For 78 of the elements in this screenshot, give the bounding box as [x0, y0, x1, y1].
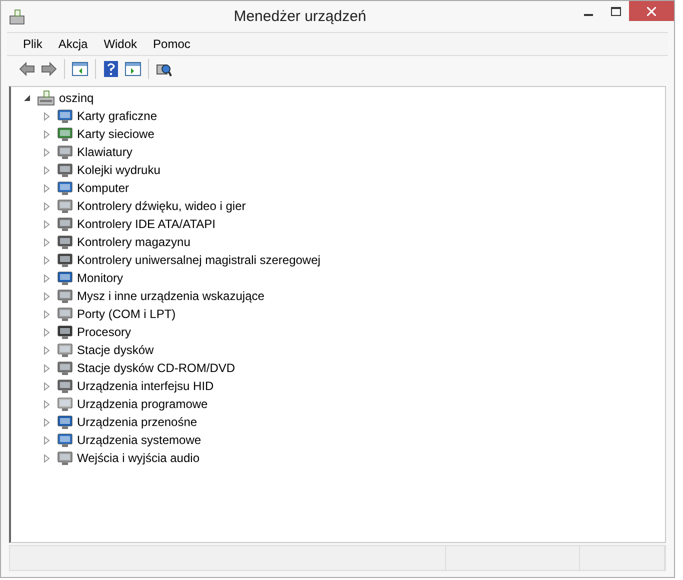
tree-item[interactable]: Urządzenia systemowe	[77, 433, 202, 447]
tree-item[interactable]: Kolejki wydruku	[77, 163, 160, 177]
close-button[interactable]	[629, 1, 674, 21]
expand-arrow-icon[interactable]	[43, 400, 51, 408]
tree-item[interactable]: Kontrolery IDE ATA/ATAPI	[77, 217, 216, 231]
device-icon	[57, 450, 73, 466]
expand-arrow-icon[interactable]	[43, 202, 51, 210]
tree-item[interactable]: Urządzenia interfejsu HID	[77, 379, 214, 393]
expand-arrow-icon[interactable]	[43, 328, 51, 336]
expand-arrow-icon[interactable]	[43, 364, 51, 372]
help-button[interactable]	[101, 59, 121, 79]
device-icon	[57, 414, 73, 430]
expand-arrow-icon[interactable]	[43, 346, 51, 354]
expand-arrow-icon[interactable]	[43, 418, 51, 426]
device-icon	[57, 216, 73, 232]
minimize-icon	[584, 14, 593, 16]
back-button[interactable]	[17, 59, 37, 79]
tree-item[interactable]: Urządzenia programowe	[77, 397, 208, 411]
forward-button[interactable]	[39, 59, 59, 79]
expand-arrow-icon[interactable]	[43, 292, 51, 300]
menu-item[interactable]: Plik	[15, 37, 50, 51]
device-icon	[57, 108, 73, 124]
device-icon	[57, 396, 73, 412]
expand-arrow-icon[interactable]	[43, 166, 51, 174]
device-icon	[57, 252, 73, 268]
computer-icon	[37, 90, 55, 106]
expand-arrow-icon[interactable]	[43, 130, 51, 138]
device-icon	[57, 324, 73, 340]
tree-item[interactable]: Porty (COM i LPT)	[77, 307, 176, 321]
menu-item[interactable]: Widok	[96, 37, 146, 51]
expand-arrow-icon[interactable]	[43, 274, 51, 282]
tree-item[interactable]: Procesory	[77, 325, 132, 339]
device-icon	[57, 234, 73, 250]
menu-item[interactable]: Pomoc	[145, 37, 198, 51]
device-icon	[57, 306, 73, 322]
device-icon	[57, 432, 73, 448]
tree-item[interactable]: Karty sieciowe	[77, 127, 154, 141]
expand-arrow-icon[interactable]	[43, 112, 51, 120]
tree-item[interactable]: Kontrolery uniwersalnej magistrali szeregowej	[77, 253, 320, 267]
expand-arrow-icon[interactable]	[43, 148, 51, 156]
device-icon	[57, 342, 73, 358]
device-icon	[57, 180, 73, 196]
tree-item[interactable]: Kontrolery dźwięku, wideo i gier	[77, 199, 246, 213]
device-icon	[57, 144, 73, 160]
tree-item[interactable]: Mysz i inne urządzenia wskazujące	[77, 289, 264, 303]
tree-item[interactable]: Komputer	[77, 181, 130, 195]
expand-arrow-icon[interactable]	[43, 238, 51, 246]
tree-item[interactable]: Stacje dysków CD-ROM/DVD	[77, 361, 236, 375]
device-icon	[57, 288, 73, 304]
device-icon	[57, 126, 73, 142]
close-icon	[647, 6, 656, 16]
expand-arrow-icon[interactable]	[43, 184, 51, 192]
tree-item[interactable]: oszinq	[59, 91, 94, 105]
maximize-icon	[610, 6, 620, 16]
device-icon	[57, 270, 73, 286]
collapse-arrow-icon[interactable]	[23, 94, 31, 102]
device-icon	[57, 162, 73, 178]
device-icon	[57, 198, 73, 214]
device-icon	[57, 360, 73, 376]
tree-item[interactable]: Stacje dysków	[77, 343, 154, 357]
expand-arrow-icon[interactable]	[43, 382, 51, 390]
app-icon	[9, 8, 25, 24]
action-pane-button[interactable]	[123, 59, 143, 79]
tree-item[interactable]: Urządzenia przenośne	[77, 415, 198, 429]
menu-item[interactable]: Akcja	[50, 37, 96, 51]
expand-arrow-icon[interactable]	[43, 220, 51, 228]
tree-item[interactable]: Karty graficzne	[77, 109, 158, 123]
window-title: Menedżer urządzeń	[232, 8, 368, 25]
console-tree-button[interactable]	[70, 59, 90, 79]
device-icon	[57, 378, 73, 394]
tree-item[interactable]: Kontrolery magazynu	[77, 235, 190, 249]
expand-arrow-icon[interactable]	[43, 436, 51, 444]
tree-item[interactable]: Monitory	[77, 271, 124, 285]
expand-arrow-icon[interactable]	[43, 310, 51, 318]
expand-arrow-icon[interactable]	[43, 256, 51, 264]
tree-item[interactable]: Klawiatury	[77, 145, 132, 159]
expand-arrow-icon[interactable]	[43, 454, 51, 462]
tree-item[interactable]: Wejścia i wyjścia audio	[77, 451, 200, 465]
